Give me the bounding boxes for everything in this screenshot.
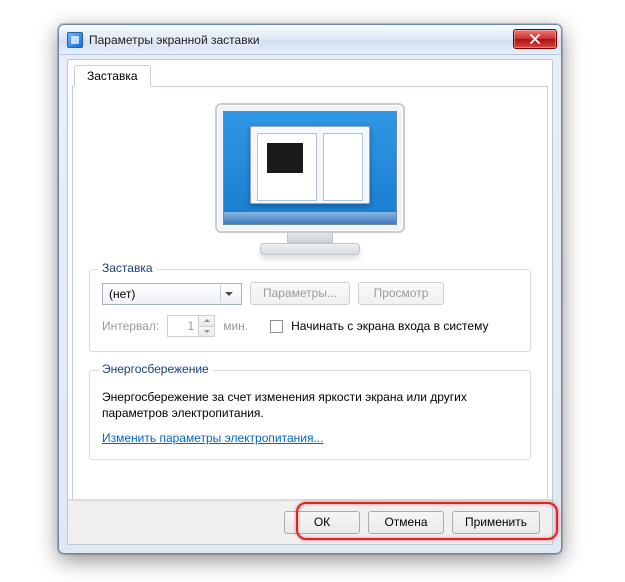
resume-checkbox-label: Начинать с экрана входа в систему (291, 319, 488, 333)
group-legend-screensaver: Заставка (98, 261, 157, 275)
screensaver-group: Заставка (нет) Параметры... Просмотр Инт… (89, 269, 531, 352)
interval-unit: мин. (223, 319, 248, 333)
interval-spinner (167, 315, 215, 337)
interval-input (168, 316, 198, 336)
preview-area (89, 103, 531, 255)
dialog-window: Параметры экранной заставки Заставка (58, 24, 562, 554)
interval-label: Интервал: (102, 319, 159, 333)
cancel-button[interactable]: Отмена (368, 511, 444, 534)
settings-button: Параметры... (250, 282, 350, 305)
spinner-up-button (199, 316, 214, 327)
apply-button[interactable]: Применить (452, 511, 540, 534)
dialog-footer: ОК Отмена Применить (68, 500, 552, 544)
tab-screensaver[interactable]: Заставка (74, 65, 151, 87)
preview-button: Просмотр (358, 282, 444, 305)
ok-button[interactable]: ОК (284, 511, 360, 534)
window-title: Параметры экранной заставки (89, 33, 260, 47)
screensaver-select-value: (нет) (109, 287, 135, 301)
app-icon (67, 32, 83, 48)
tab-panel: Заставка (нет) Параметры... Просмотр Инт… (72, 87, 548, 540)
screensaver-select[interactable]: (нет) (102, 283, 242, 305)
chevron-down-icon (220, 285, 237, 302)
close-icon (530, 34, 540, 44)
resume-checkbox[interactable] (270, 320, 283, 333)
power-group: Энергосбережение Энергосбережение за сче… (89, 370, 531, 460)
power-text: Энергосбережение за счет изменения яркос… (102, 389, 518, 421)
power-settings-link[interactable]: Изменить параметры электропитания... (102, 431, 323, 445)
spinner-down-button (199, 327, 214, 337)
tabstrip: Заставка (72, 63, 548, 87)
close-button[interactable] (513, 29, 557, 49)
client-area: Заставка (67, 59, 553, 545)
monitor-preview (215, 103, 405, 255)
titlebar: Параметры экранной заставки (59, 25, 561, 55)
group-legend-power: Энергосбережение (98, 362, 213, 376)
